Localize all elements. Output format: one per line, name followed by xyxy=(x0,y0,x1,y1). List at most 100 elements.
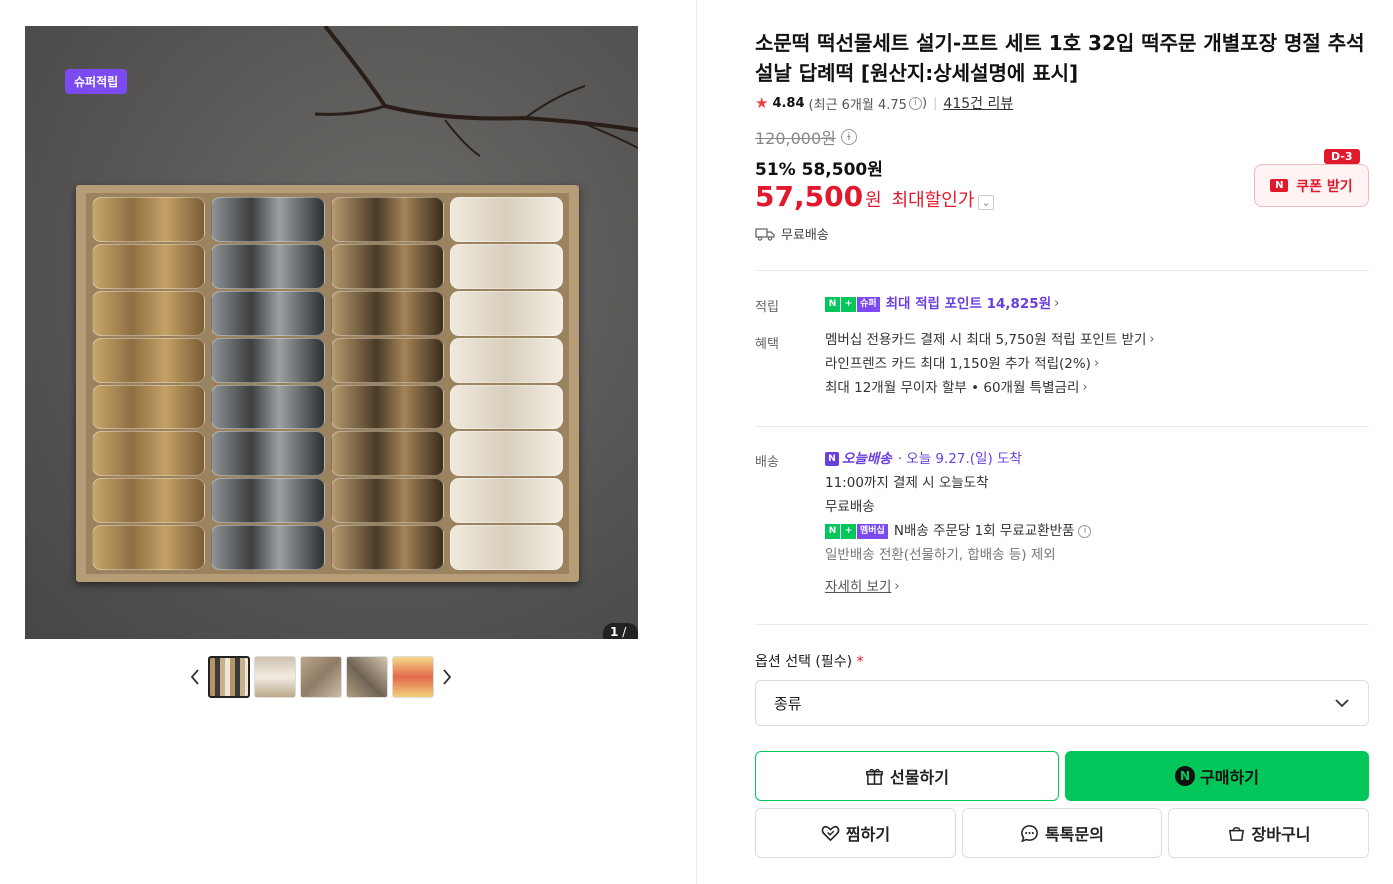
detail-link-text: 자세히 보기 xyxy=(825,579,892,595)
rice-cake-piece xyxy=(330,478,444,524)
buy-button[interactable]: N 구매하기 xyxy=(1065,751,1369,801)
divider xyxy=(755,270,1369,271)
chevron-down-icon[interactable]: ⌄ xyxy=(978,195,994,210)
rice-cake-piece xyxy=(211,384,325,430)
points-label: 적립 xyxy=(755,300,779,315)
rice-cake-piece xyxy=(330,384,444,430)
thumbnail-strip xyxy=(184,655,458,699)
today-delivery-badge: N 오늘배송 xyxy=(825,447,892,471)
divider xyxy=(755,426,1369,427)
rating-separator: | xyxy=(933,95,938,111)
naver-logo-icon: N xyxy=(1270,179,1289,192)
talktalk-button[interactable]: 톡톡문의 xyxy=(962,808,1162,858)
best-price-value: 57,500 xyxy=(755,180,864,213)
best-price: 57,500 원 최대할인가 ⌄ xyxy=(755,180,994,213)
gift-button-label: 선물하기 xyxy=(890,768,949,787)
rice-cake-piece xyxy=(330,431,444,477)
perks-list: 멤버십 전용카드 결제 시 최대 5,750원 적립 포인트 받기 › 라인프렌즈… xyxy=(825,328,1155,400)
membership-badge-label: 멤버십 xyxy=(857,523,888,539)
next-image-button[interactable] xyxy=(436,655,458,699)
original-price: 120,000원 i xyxy=(755,125,857,149)
talktalk-button-label: 톡톡문의 xyxy=(1045,825,1104,844)
perk-item[interactable]: 최대 12개월 무이자 할부 • 60개월 특별금리 › xyxy=(825,376,1155,400)
discount-rate: 51% xyxy=(755,160,796,180)
delivery-fee: 무료배송 xyxy=(825,499,875,515)
rice-cake-piece xyxy=(330,337,444,383)
gift-icon xyxy=(866,768,883,785)
today-delivery-label: 오늘배송 xyxy=(842,451,892,467)
rating-score: 4.84 xyxy=(772,95,805,111)
shopping-basket-icon xyxy=(1228,826,1244,841)
wishlist-button-label: 찜하기 xyxy=(845,825,891,844)
rice-cake-piece xyxy=(92,197,206,242)
heart-icon xyxy=(821,825,840,841)
delivery-cutoff: 11:00까지 결제 시 오늘도착 xyxy=(825,475,989,491)
perk-item[interactable]: 라인프렌즈 카드 최대 1,150원 추가 적립(2%) › xyxy=(825,352,1155,376)
chevron-down-icon xyxy=(1335,699,1349,708)
rice-cake-piece xyxy=(449,290,563,336)
truck-icon xyxy=(755,227,775,241)
naver-n-icon: N xyxy=(825,452,839,466)
sale-price-value: 58,500원 xyxy=(801,160,883,180)
naver-plus-membership-badge: N + 멤버십 xyxy=(825,523,888,539)
plus-icon: + xyxy=(841,523,856,539)
chevron-right-icon: › xyxy=(1093,356,1100,371)
rating-summary: ★ 4.84 (최근 6개월 4.75 i ) | 415건 리뷰 xyxy=(755,93,1013,113)
rice-cake-piece xyxy=(449,431,563,477)
points-badge-label: 슈퍼 xyxy=(857,296,880,312)
info-icon[interactable]: i xyxy=(1078,524,1092,538)
rating-recent-close: ) xyxy=(921,95,928,111)
thumbnail-3[interactable] xyxy=(300,656,342,698)
best-price-unit: 원 xyxy=(865,190,882,211)
points-row[interactable]: N + 슈퍼 최대 적립 포인트 14,825원 › xyxy=(825,292,1059,316)
max-points-text: 최대 적립 포인트 14,825원 xyxy=(885,296,1052,312)
rice-cake-piece xyxy=(211,290,325,336)
review-count-link[interactable]: 415건 리뷰 xyxy=(943,93,1013,113)
rice-cake-piece xyxy=(92,337,206,383)
prev-image-button[interactable] xyxy=(184,655,206,699)
best-price-label: 최대할인가 xyxy=(891,190,975,211)
gift-button[interactable]: 선물하기 xyxy=(755,751,1059,801)
thumbnail-5[interactable] xyxy=(392,656,434,698)
rice-cake-piece xyxy=(449,243,563,289)
divider xyxy=(755,624,1369,625)
chevron-right-icon: › xyxy=(1082,380,1088,395)
original-price-value: 120,000원 xyxy=(755,129,836,148)
cart-button[interactable]: 장바구니 xyxy=(1168,808,1369,858)
rice-cake-piece xyxy=(449,384,563,430)
coupon-button[interactable]: N 쿠폰 받기 xyxy=(1254,164,1369,207)
rice-cake-piece xyxy=(330,197,444,242)
thumbnail-2[interactable] xyxy=(254,656,296,698)
product-main-image[interactable]: 슈퍼적립 1 / 10 xyxy=(25,26,638,639)
chevron-right-icon: › xyxy=(1054,296,1060,311)
info-icon[interactable]: i xyxy=(908,96,922,110)
option-label-text: 옵션 선택 (필수) xyxy=(755,654,853,670)
rice-cake-piece xyxy=(211,478,325,524)
chat-bubble-icon xyxy=(1021,824,1038,842)
wishlist-button[interactable]: 찜하기 xyxy=(755,808,956,858)
rice-cake-piece xyxy=(449,478,563,524)
arrival-date: · 오늘 9.27.(일) 도착 xyxy=(897,451,1022,467)
perk-text: 최대 12개월 무이자 할부 • 60개월 특별금리 xyxy=(825,380,1080,396)
perk-item[interactable]: 멤버십 전용카드 결제 시 최대 5,750원 적립 포인트 받기 › xyxy=(825,328,1155,352)
thumbnail-1[interactable] xyxy=(208,656,250,698)
naver-plus-super-badge: N + 슈퍼 xyxy=(825,296,880,312)
column-divider xyxy=(696,0,697,884)
rice-cake-piece xyxy=(449,525,563,570)
required-mark: * xyxy=(856,654,864,670)
sale-price: 51% 58,500원 xyxy=(755,155,883,180)
rice-cake-piece xyxy=(330,243,444,289)
shipping-summary: 무료배송 xyxy=(755,224,829,243)
image-counter-current: 1 xyxy=(610,625,619,639)
gift-box xyxy=(76,185,579,582)
rice-cake-piece xyxy=(92,431,206,477)
delivery-detail-link[interactable]: 자세히 보기 › xyxy=(825,575,1091,599)
option-select[interactable]: 종류 xyxy=(755,680,1369,726)
price-info-icon[interactable]: i xyxy=(840,129,857,145)
super-points-badge: 슈퍼적립 xyxy=(65,69,128,94)
chevron-left-icon xyxy=(190,669,199,685)
rice-cake-piece xyxy=(449,197,563,242)
naver-logo-icon: N xyxy=(1175,766,1196,786)
rice-cake-piece xyxy=(92,525,206,570)
thumbnail-4[interactable] xyxy=(346,656,388,698)
